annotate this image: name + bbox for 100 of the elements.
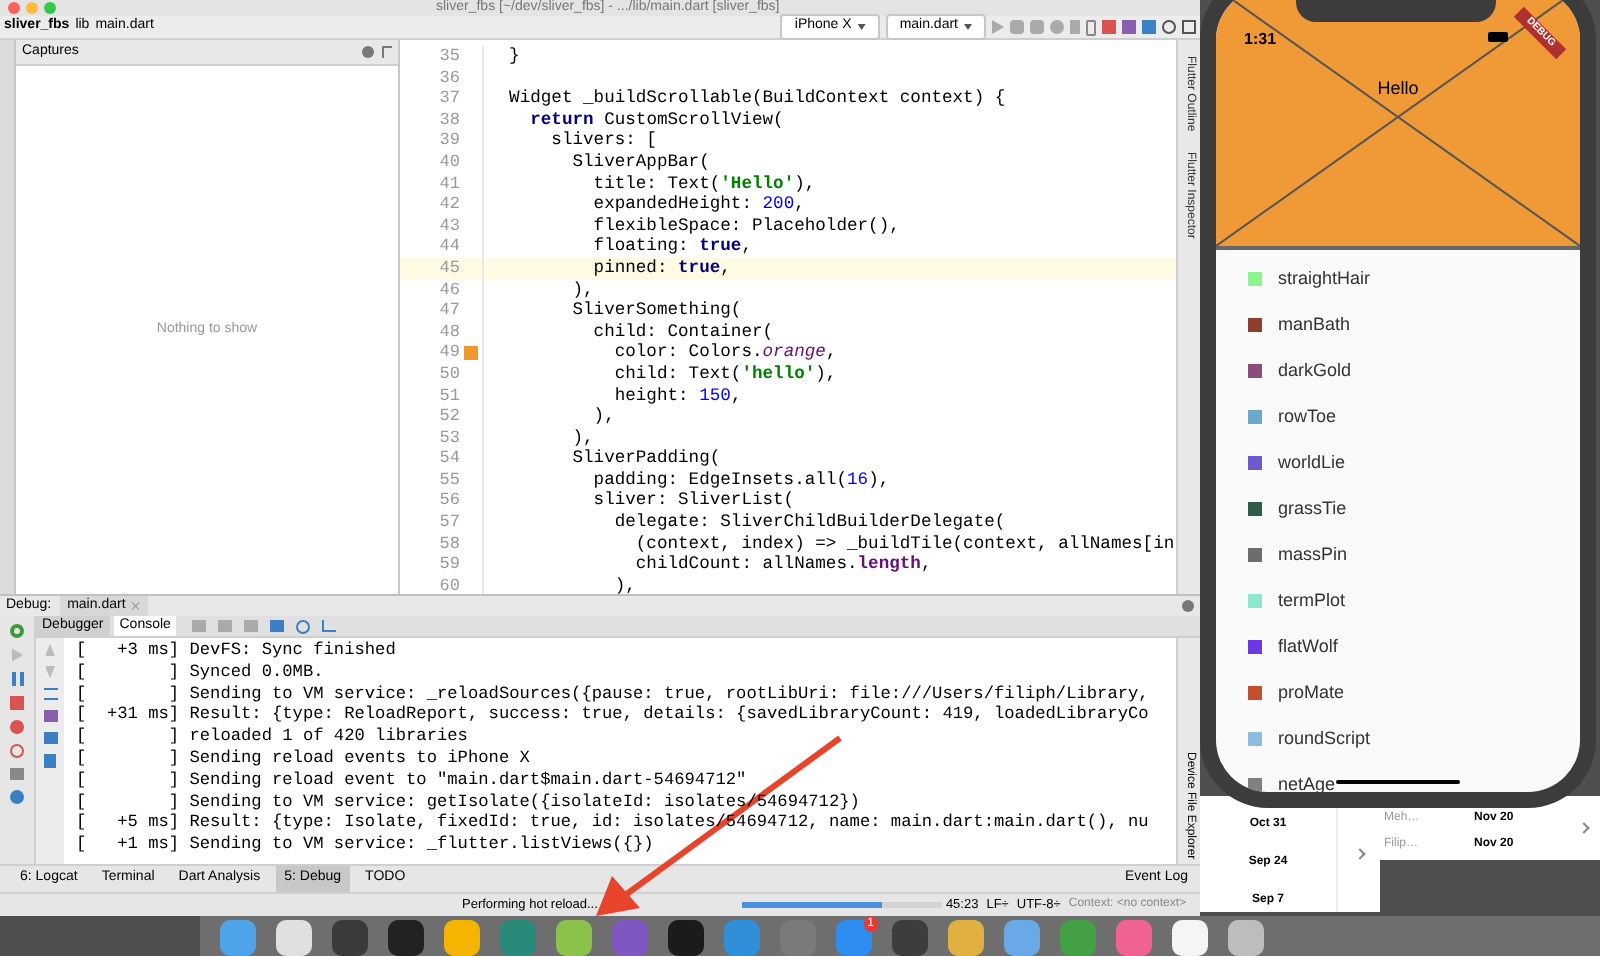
app-icon[interactable] bbox=[388, 920, 424, 956]
list-tile-title: proMate bbox=[1278, 679, 1345, 706]
search-icon[interactable] bbox=[1162, 20, 1176, 34]
chevron-icon[interactable] bbox=[1578, 822, 1590, 834]
code-line: expandedHeight: 200, bbox=[591, 194, 805, 216]
list-tile-title: massPin bbox=[1278, 541, 1348, 568]
line-number: 53 bbox=[437, 427, 460, 449]
app-icon[interactable] bbox=[220, 920, 256, 956]
code-line: } bbox=[507, 46, 520, 68]
line-number: 48 bbox=[437, 321, 460, 343]
console-line: [ +31 ms] Result: {type: ReloadReport, success: true, details: {savedLibraryCount: 419, loadedLibraryCo bbox=[76, 704, 1149, 727]
list-tile-title: darkGold bbox=[1278, 357, 1352, 384]
resume-icon[interactable] bbox=[11, 648, 23, 662]
code-line: ), bbox=[570, 279, 594, 301]
app-icon[interactable] bbox=[556, 920, 592, 956]
line-number: 44 bbox=[437, 236, 460, 258]
code-line: title: Text('Hello'), bbox=[591, 173, 816, 195]
list-tile[interactable]: grassTie bbox=[1216, 486, 1580, 532]
list-tile-title: flatWolf bbox=[1278, 633, 1338, 660]
phone-icon[interactable] bbox=[1086, 19, 1096, 35]
line-number: 59 bbox=[437, 554, 460, 576]
app-icon[interactable] bbox=[1004, 920, 1040, 956]
code-line: (context, index) => _buildTile(context, allNames[in bbox=[633, 533, 1175, 555]
list-tile-title: grassTie bbox=[1278, 495, 1347, 522]
line-number: 38 bbox=[437, 109, 460, 131]
code-line: flexibleSpace: Placeholder(), bbox=[591, 215, 900, 237]
line-number: 51 bbox=[437, 385, 460, 407]
list-tile-title: rowToe bbox=[1278, 403, 1337, 430]
maximize-window-icon[interactable] bbox=[44, 2, 56, 14]
line-number: 56 bbox=[437, 490, 460, 513]
line-number: 40 bbox=[437, 151, 460, 174]
line-number: 52 bbox=[437, 406, 460, 428]
code-line: color: Colors.orange, bbox=[612, 342, 837, 364]
line-number: 50 bbox=[437, 363, 460, 385]
code-line: SliverAppBar( bbox=[570, 151, 710, 174]
list-tile-title: worldLie bbox=[1278, 449, 1346, 476]
line-number: 43 bbox=[437, 215, 460, 237]
app-icon[interactable] bbox=[332, 920, 368, 956]
console-line: [ +3 ms] DevFS: Sync finished bbox=[76, 640, 396, 662]
list-tile[interactable]: roundScript bbox=[1216, 716, 1580, 762]
code-line: ), bbox=[612, 575, 636, 594]
console-line: [ ] Sending to VM service: _reloadSources({pause: true, rootLibUri: file:///Users/filiph/Library, bbox=[76, 683, 1149, 705]
app-icon[interactable] bbox=[276, 920, 312, 956]
app-icon[interactable] bbox=[892, 920, 928, 956]
app-icon[interactable] bbox=[1172, 920, 1208, 956]
code-line: floating: true, bbox=[591, 236, 752, 258]
list-tile[interactable]: termPlot bbox=[1216, 578, 1580, 624]
line-number: 39 bbox=[437, 130, 460, 152]
caret-icon bbox=[964, 24, 972, 30]
list-tile[interactable]: rowToe bbox=[1216, 394, 1580, 440]
line-number: 41 bbox=[437, 173, 460, 195]
caret-icon bbox=[857, 24, 866, 30]
list-tile-title: manBath bbox=[1278, 311, 1351, 338]
console-line: [ ] reloaded 1 of 420 libraries bbox=[76, 726, 468, 748]
list-tile-title: termPlot bbox=[1278, 587, 1346, 614]
list-tile[interactable]: straightHair bbox=[1216, 256, 1580, 302]
list-tile[interactable]: darkGold bbox=[1216, 348, 1580, 394]
line-number: 46 bbox=[437, 279, 460, 301]
line-number: 37 bbox=[437, 88, 460, 110]
app-icon[interactable] bbox=[1228, 920, 1264, 956]
battery-icon bbox=[1488, 32, 1508, 42]
app-icon[interactable] bbox=[444, 920, 480, 956]
run-icon[interactable] bbox=[992, 20, 1004, 34]
list-tile[interactable]: flatWolf bbox=[1216, 624, 1580, 670]
code-line: return CustomScrollView( bbox=[528, 109, 784, 131]
console-line: [ ] Synced 0.0MB. bbox=[76, 661, 324, 684]
list-tile[interactable]: proMate bbox=[1216, 670, 1580, 716]
minimize-window-icon[interactable] bbox=[26, 2, 38, 14]
line-number: 35 bbox=[437, 46, 460, 68]
app-icon[interactable] bbox=[948, 920, 984, 956]
console-line: [ +1 ms] Sending to VM service: _flutter.listViews({}) bbox=[76, 834, 654, 856]
list-tile[interactable]: worldLie bbox=[1216, 440, 1580, 486]
code-line: padding: EdgeInsets.all(16), bbox=[591, 469, 890, 491]
code-line: sliver: SliverList( bbox=[591, 490, 795, 513]
code-line: child: Text('hello'), bbox=[612, 363, 837, 385]
code-line: SliverPadding( bbox=[570, 448, 721, 470]
line-number: 55 bbox=[437, 469, 460, 491]
line-number: 49 bbox=[437, 342, 460, 364]
line-number: 36 bbox=[437, 67, 460, 89]
code-line: Widget _buildScrollable(BuildContext context) { bbox=[507, 88, 1006, 110]
list-tile[interactable]: manBath bbox=[1216, 302, 1580, 348]
app-icon[interactable] bbox=[668, 920, 704, 956]
code-line: SliverSomething( bbox=[570, 300, 742, 322]
console-line: [ ] Sending reload event to "main.dart$main.dart-54694712" bbox=[76, 769, 747, 792]
code-line: ), bbox=[570, 427, 594, 449]
line-number: 54 bbox=[437, 448, 460, 470]
list-tile-title: straightHair bbox=[1278, 265, 1371, 292]
code-line: slivers: [ bbox=[549, 130, 657, 152]
code-line: childCount: allNames.length, bbox=[633, 554, 932, 576]
code-line: ), bbox=[591, 406, 615, 428]
line-number: 58 bbox=[437, 533, 460, 555]
line-number: 45 bbox=[437, 257, 460, 280]
close-window-icon[interactable] bbox=[8, 2, 20, 14]
list-tile-title: roundScript bbox=[1278, 725, 1371, 752]
line-number: 60 bbox=[437, 575, 460, 594]
pause-icon[interactable] bbox=[11, 672, 23, 686]
code-line: delegate: SliverChildBuilderDelegate( bbox=[612, 512, 1006, 534]
list-tile[interactable]: massPin bbox=[1216, 532, 1580, 578]
code-line: pinned: true, bbox=[591, 257, 731, 280]
line-number: 57 bbox=[437, 512, 460, 534]
